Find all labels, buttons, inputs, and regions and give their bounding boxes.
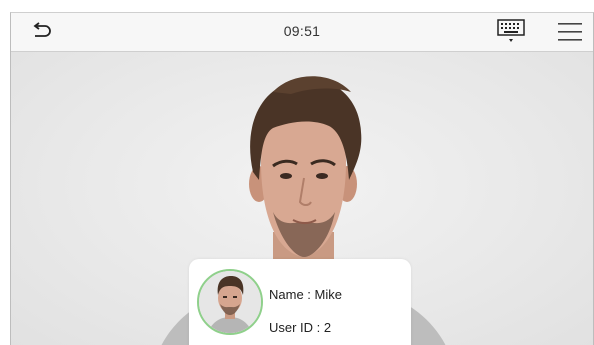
device-frame: 09:51 Name: Mike User ID: 2	[0, 0, 594, 345]
hamburger-menu-icon	[558, 23, 582, 41]
user-id-line: User ID : 2	[269, 320, 332, 335]
keyboard-button[interactable]	[496, 18, 526, 46]
avatar	[197, 269, 263, 335]
user-name-line: Name : Mike	[269, 287, 342, 302]
avatar-face-image	[199, 271, 261, 333]
screen: 09:51 Name: Mike User ID: 2	[10, 12, 594, 345]
top-bar: 09:51	[11, 13, 593, 52]
menu-button[interactable]	[558, 22, 582, 42]
recognition-card: Name : Mike User ID : 2	[189, 259, 411, 345]
keyboard-icon	[497, 19, 525, 42]
